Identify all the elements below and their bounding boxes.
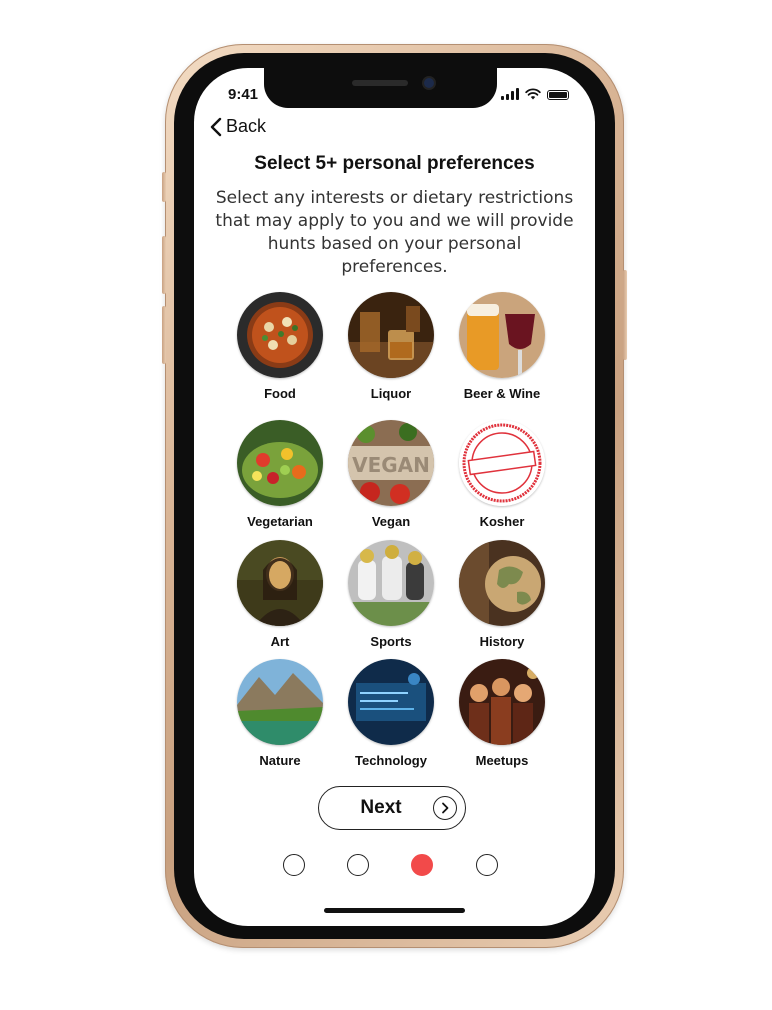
preference-liquor[interactable]: Liquor <box>336 292 446 401</box>
mute-switch <box>162 172 166 202</box>
svg-text:VEGAN: VEGAN <box>352 453 430 477</box>
preference-nature[interactable]: Nature <box>225 659 335 768</box>
nature-image <box>237 659 323 745</box>
preference-art[interactable]: Art <box>225 540 335 649</box>
page-description: Select any interests or dietary restrict… <box>215 188 574 277</box>
preference-label: Food <box>264 386 296 401</box>
page-dot-3-active[interactable] <box>411 854 433 876</box>
wifi-icon <box>525 88 541 100</box>
preference-vegetarian[interactable]: Vegetarian <box>225 420 335 529</box>
preference-sports[interactable]: Sports <box>336 540 446 649</box>
chevron-left-icon <box>210 117 222 136</box>
front-camera <box>424 78 434 88</box>
preference-food[interactable]: Food <box>225 292 335 401</box>
cellular-signal-icon <box>501 88 519 100</box>
page-dot-2[interactable] <box>347 854 369 876</box>
meetups-image <box>459 659 545 745</box>
status-time: 9:41 <box>228 86 259 103</box>
preference-label: Technology <box>355 753 427 768</box>
back-button[interactable]: Back <box>210 116 266 137</box>
volume-up-button <box>162 236 166 294</box>
vegan-image: VEGAN <box>348 420 434 506</box>
food-image <box>237 292 323 378</box>
back-label: Back <box>226 116 267 136</box>
preference-label: Kosher <box>479 514 525 529</box>
home-indicator <box>324 908 465 913</box>
history-image <box>459 540 545 626</box>
page-title: Select 5+ personal preferences <box>254 153 535 174</box>
preference-label: Vegetarian <box>247 514 313 529</box>
app-screen: 9:41 Back Select 5+ personal preferences… <box>194 68 595 926</box>
preference-label: Vegan <box>371 514 411 529</box>
sports-image <box>348 540 434 626</box>
preference-history[interactable]: History <box>447 540 557 649</box>
preference-technology[interactable]: Technology <box>336 659 446 768</box>
next-label: Next <box>360 797 402 818</box>
chevron-right-circle-icon <box>433 796 457 820</box>
preference-label: Beer & Wine <box>463 386 541 401</box>
next-button[interactable]: Next <box>318 786 466 830</box>
speaker-grille <box>352 80 408 86</box>
preference-label: Meetups <box>475 753 529 768</box>
battery-icon <box>547 90 569 100</box>
beer-wine-image <box>459 292 545 378</box>
preference-beer-wine[interactable]: Beer & Wine <box>447 292 557 401</box>
volume-down-button <box>162 306 166 364</box>
preference-label: History <box>479 634 525 649</box>
page-dot-4[interactable] <box>476 854 498 876</box>
page-dot-1[interactable] <box>283 854 305 876</box>
status-icons <box>501 86 569 100</box>
liquor-image <box>348 292 434 378</box>
preference-label: Sports <box>370 634 412 649</box>
preference-label: Art <box>270 634 290 649</box>
preference-meetups[interactable]: Meetups <box>447 659 557 768</box>
technology-image <box>348 659 434 745</box>
power-button <box>623 270 627 360</box>
art-image <box>237 540 323 626</box>
preference-label: Liquor <box>370 386 412 401</box>
preference-vegan[interactable]: VEGAN Vegan <box>336 420 446 529</box>
preference-kosher[interactable]: Kosher <box>447 420 557 529</box>
preference-label: Nature <box>259 753 301 768</box>
vegetarian-image <box>237 420 323 506</box>
kosher-stamp-image <box>459 420 545 506</box>
notch <box>264 68 497 108</box>
